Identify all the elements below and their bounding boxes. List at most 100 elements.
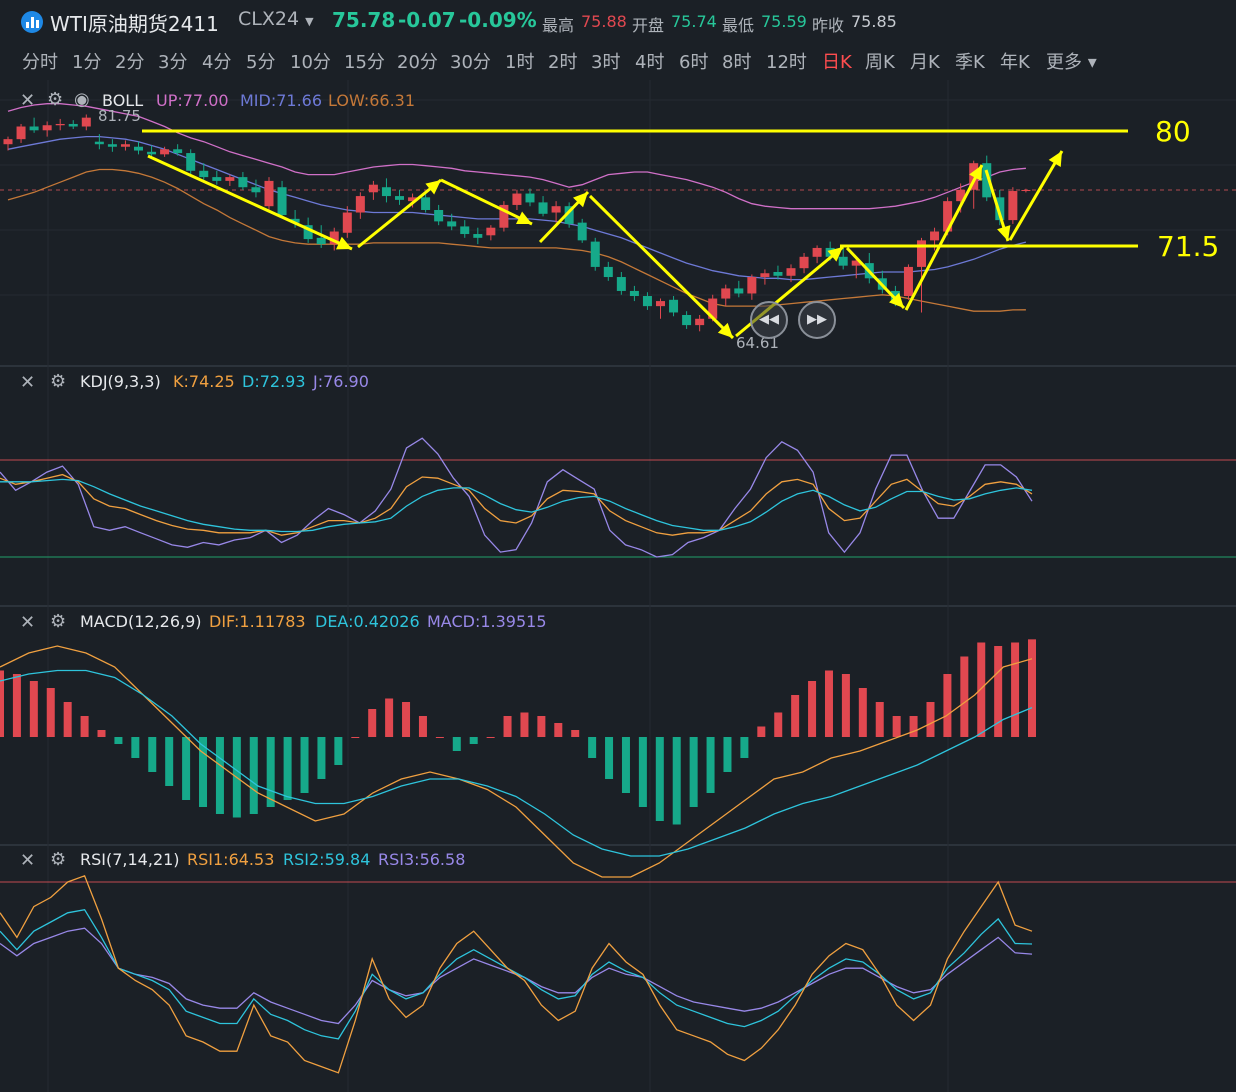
macd-bar <box>503 716 512 737</box>
macd-bar <box>266 737 275 807</box>
macd-bar <box>12 674 21 737</box>
max-price-marker: 81.75 <box>98 107 141 125</box>
candle-body <box>147 151 157 155</box>
close-icon[interactable]: ✕ <box>20 612 35 633</box>
candle-body <box>460 226 470 235</box>
macd-bar <box>672 737 681 825</box>
macd-bar <box>520 712 529 737</box>
macd-bar <box>29 681 38 737</box>
candle-body <box>721 288 731 299</box>
candle-body <box>812 247 822 257</box>
candle-body <box>734 288 744 294</box>
boll-mid-value: MID:71.66 <box>240 91 323 110</box>
candle-body <box>1008 191 1018 221</box>
candle-body <box>512 193 522 205</box>
grid-lines <box>0 80 1236 1092</box>
candle-body <box>551 206 561 213</box>
annotation-layer <box>142 129 1138 340</box>
macd-bar <box>808 681 817 737</box>
close-icon[interactable]: ✕ <box>20 90 35 111</box>
candle-body <box>395 196 404 200</box>
kdj-k-line <box>0 473 1033 536</box>
macd-bar <box>977 642 986 737</box>
candle-body <box>421 197 431 210</box>
candle-body <box>120 144 130 147</box>
candle-body <box>773 271 783 276</box>
macd-bar <box>926 702 935 737</box>
macd-bar <box>80 716 89 737</box>
macd-bar <box>554 723 563 737</box>
candle-body <box>434 209 444 222</box>
close-icon[interactable]: ✕ <box>20 372 35 393</box>
candle-body <box>603 266 613 278</box>
macd-bar <box>402 702 411 737</box>
next-page-button[interactable]: ▶▶ <box>798 301 836 339</box>
candle-body <box>225 177 235 181</box>
candle-body <box>42 125 52 131</box>
candle-body <box>669 299 679 313</box>
candle-body <box>786 268 796 276</box>
macd-bar <box>909 716 918 737</box>
macd-bar <box>621 737 630 793</box>
level-71-5-label: 71.5 <box>1157 230 1220 263</box>
macd-bar <box>368 709 377 737</box>
candle-body <box>55 123 65 126</box>
macd-bar <box>858 688 867 737</box>
macd-bar <box>706 737 715 793</box>
macd-bar <box>317 737 326 779</box>
candle-body <box>695 318 705 326</box>
rsi1-value: RSI1:64.53 <box>187 850 275 869</box>
macd-bar <box>655 737 664 821</box>
macd-bar <box>283 737 292 800</box>
candle-body <box>316 237 326 245</box>
macd-bar <box>571 730 580 737</box>
gear-icon[interactable]: ⚙ <box>50 849 66 870</box>
macd-bar <box>689 737 698 807</box>
candle-body <box>342 212 352 233</box>
macd-bar <box>452 737 461 751</box>
macd-bar <box>960 656 969 737</box>
candle-body <box>81 117 91 127</box>
eye-icon[interactable]: ◉ <box>74 89 90 110</box>
macd-bar <box>740 737 749 758</box>
candle-body <box>94 141 104 145</box>
candle-body <box>799 256 809 269</box>
candle-body <box>3 139 13 145</box>
candle-body <box>173 149 183 154</box>
candle-body <box>16 126 26 140</box>
macd-bar <box>114 737 123 744</box>
candle-body <box>930 231 940 241</box>
chart-area[interactable] <box>0 0 1236 1092</box>
candle-body <box>473 234 483 238</box>
macd-bar <box>148 737 157 772</box>
level-80-label: 80 <box>1155 115 1191 148</box>
kdj-indicator-name: KDJ(9,3,3) <box>80 372 161 391</box>
close-icon[interactable]: ✕ <box>20 850 35 871</box>
gear-icon[interactable]: ⚙ <box>47 89 63 110</box>
gear-icon[interactable]: ⚙ <box>50 611 66 632</box>
macd-bar <box>418 716 427 737</box>
candle-body <box>525 193 535 203</box>
rsi3-line <box>0 927 1033 1025</box>
macd-bar <box>469 737 478 744</box>
macd-bar <box>875 702 884 737</box>
candle-body <box>251 187 261 193</box>
trend-arrow-0 <box>147 154 353 251</box>
candle-body <box>134 146 143 151</box>
candle-body <box>355 196 365 213</box>
candle-body <box>381 187 391 197</box>
candle-body <box>917 240 926 267</box>
candle-body <box>538 202 548 214</box>
candle-body <box>682 314 692 326</box>
candle-body <box>747 277 757 294</box>
rsi3-value: RSI3:56.58 <box>378 850 466 869</box>
macd-panel <box>0 639 1036 878</box>
gear-icon[interactable]: ⚙ <box>50 371 66 392</box>
macd-bar <box>1011 642 1020 737</box>
prev-page-button[interactable]: ◀◀ <box>750 301 788 339</box>
macd-bar <box>165 737 174 786</box>
macd-dif-value: DIF:1.11783 <box>209 612 306 631</box>
candle-body <box>277 187 287 216</box>
macd-bar <box>131 737 140 758</box>
boll-low-value: LOW:66.31 <box>328 91 416 110</box>
